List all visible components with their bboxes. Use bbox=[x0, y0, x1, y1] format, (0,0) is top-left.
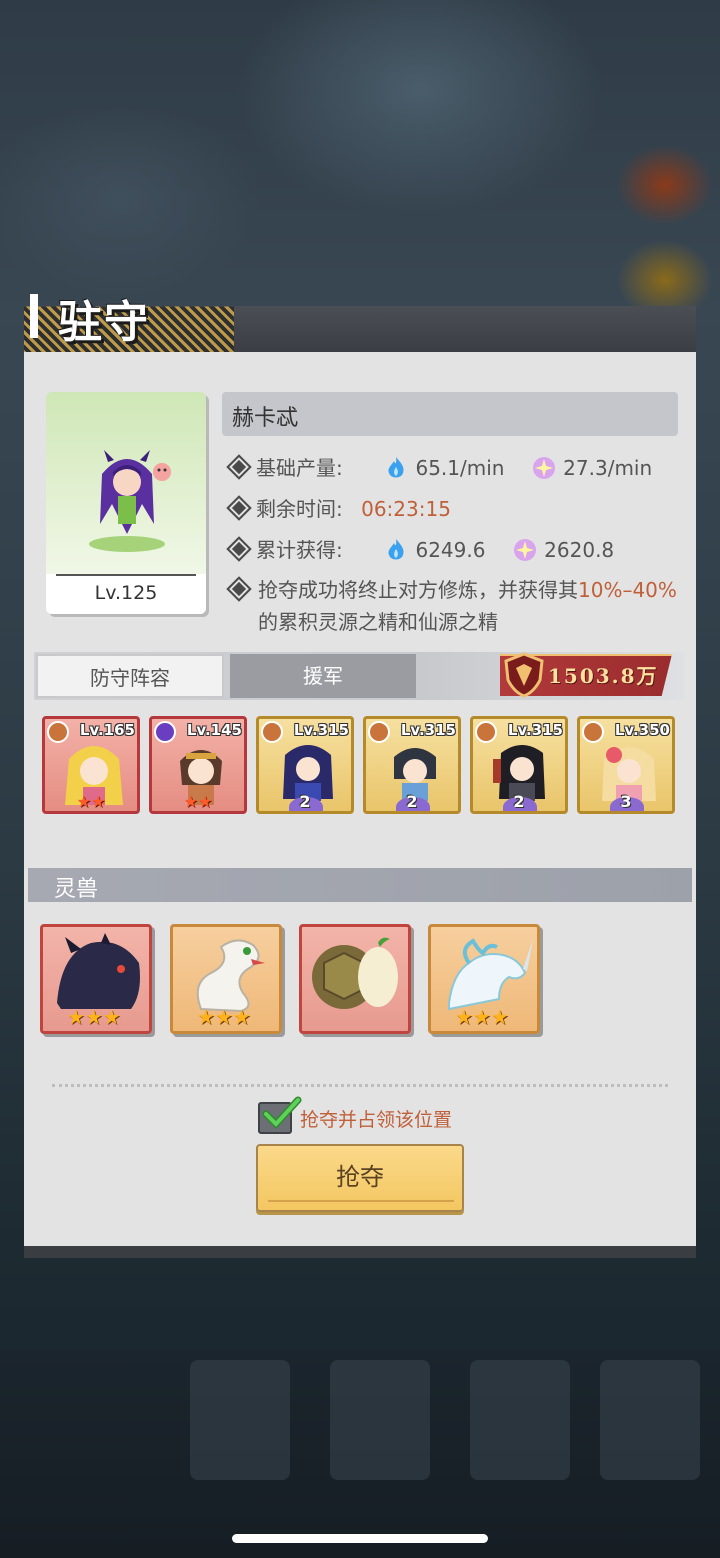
hero-level: Lv.315 bbox=[507, 721, 563, 739]
bottom-nav-tab bbox=[190, 1360, 290, 1480]
output-blue-value: 65.1/min bbox=[415, 456, 505, 480]
base-output-row: 基础产量: 65.1/min 27.3/min bbox=[226, 452, 653, 481]
hero-level: Lv.145 bbox=[186, 721, 242, 739]
bullet-icon bbox=[226, 495, 252, 521]
hero-ascension: 2 bbox=[513, 792, 525, 811]
output-purple-value: 27.3/min bbox=[563, 456, 653, 480]
element-badge-icon bbox=[475, 721, 497, 743]
blue-flame-icon bbox=[389, 539, 404, 560]
purple-essence-icon bbox=[514, 539, 537, 561]
defender-level: Lv.125 bbox=[94, 582, 158, 604]
bullet-icon bbox=[226, 454, 252, 480]
hero-level: Lv.350 bbox=[614, 721, 670, 739]
beast-card[interactable]: ★★★ bbox=[170, 924, 282, 1034]
bullet-icon bbox=[226, 536, 252, 562]
tab-defense-lineup[interactable]: 防守阵容 bbox=[36, 654, 224, 698]
element-badge-icon bbox=[154, 721, 176, 743]
remaining-time-row: 剩余时间: 06:23:15 bbox=[226, 493, 451, 522]
defender-character-icon bbox=[89, 450, 171, 552]
total-blue-value: 6249.6 bbox=[415, 538, 486, 562]
occupy-label[interactable]: 抢夺并占领该位置 bbox=[300, 1105, 452, 1132]
hero-ascension: 2 bbox=[299, 792, 311, 811]
hero-card[interactable]: Lv.315 2 bbox=[256, 716, 354, 814]
plunder-description: 抢夺成功将终止对方修炼，并获得其10%–40%的累积灵源之精和仙源之精 bbox=[258, 578, 677, 634]
purple-essence-icon bbox=[533, 457, 556, 479]
hero-level: Lv.315 bbox=[400, 721, 456, 739]
defender-name: 赫卡忒 bbox=[232, 406, 299, 431]
bottom-nav-tab bbox=[330, 1360, 430, 1480]
bottom-nav-tab bbox=[470, 1360, 570, 1480]
hero-card[interactable]: Lv.315 2 bbox=[470, 716, 568, 814]
hero-stars: ★★ bbox=[76, 792, 106, 811]
hero-card[interactable]: Lv.145 ★★ bbox=[149, 716, 247, 814]
hero-ascension: 3 bbox=[620, 792, 632, 811]
bottom-nav-tab bbox=[600, 1360, 700, 1480]
element-badge-icon bbox=[261, 721, 283, 743]
dark-dragon-icon bbox=[57, 933, 140, 1009]
beast-stars: ★★★ bbox=[197, 1005, 251, 1029]
total-purple-value: 2620.8 bbox=[544, 538, 615, 562]
beasts-section-header bbox=[28, 868, 692, 902]
white-serpent-icon bbox=[196, 939, 265, 1013]
blue-flame-icon bbox=[389, 457, 404, 478]
bullet-icon bbox=[226, 576, 252, 602]
beast-card[interactable] bbox=[299, 924, 411, 1034]
home-indicator[interactable] bbox=[232, 1534, 488, 1543]
combat-power-value: 1503.8万 bbox=[548, 664, 659, 688]
turtle-icon bbox=[312, 937, 398, 1009]
remaining-time-value: 06:23:15 bbox=[361, 497, 451, 521]
hero-level: Lv.165 bbox=[79, 721, 135, 739]
button-underline bbox=[268, 1200, 454, 1202]
element-badge-icon bbox=[582, 721, 604, 743]
beast-card[interactable]: ★★★ bbox=[40, 924, 152, 1034]
element-badge-icon bbox=[368, 721, 390, 743]
hero-card[interactable]: Lv.315 2 bbox=[363, 716, 461, 814]
check-icon bbox=[262, 1096, 302, 1130]
hero-ascension: 2 bbox=[406, 792, 418, 811]
total-gained-row: 累计获得: 6249.6 2620.8 bbox=[226, 534, 615, 563]
panel-title: 驻守 bbox=[58, 297, 150, 348]
element-badge-icon bbox=[47, 721, 69, 743]
hero-stars: ★★ bbox=[183, 792, 213, 811]
portrait-divider bbox=[56, 574, 196, 576]
tab-reinforcements[interactable]: 援军 bbox=[230, 654, 416, 698]
divider bbox=[52, 1084, 668, 1087]
defender-portrait[interactable] bbox=[46, 392, 206, 614]
hero-card[interactable]: Lv.350 3 bbox=[577, 716, 675, 814]
beast-stars: ★★★ bbox=[67, 1005, 121, 1029]
beasts-section-title: 灵兽 bbox=[54, 877, 99, 902]
desc-bullet bbox=[226, 576, 256, 602]
hero-card[interactable]: Lv.165 ★★ bbox=[42, 716, 140, 814]
beast-card[interactable]: ★★★ bbox=[428, 924, 540, 1034]
hero-level: Lv.315 bbox=[293, 721, 349, 739]
water-horse-icon bbox=[448, 938, 533, 1011]
beast-stars: ★★★ bbox=[455, 1005, 509, 1029]
title-mark bbox=[30, 294, 38, 338]
shield-icon bbox=[504, 652, 544, 698]
